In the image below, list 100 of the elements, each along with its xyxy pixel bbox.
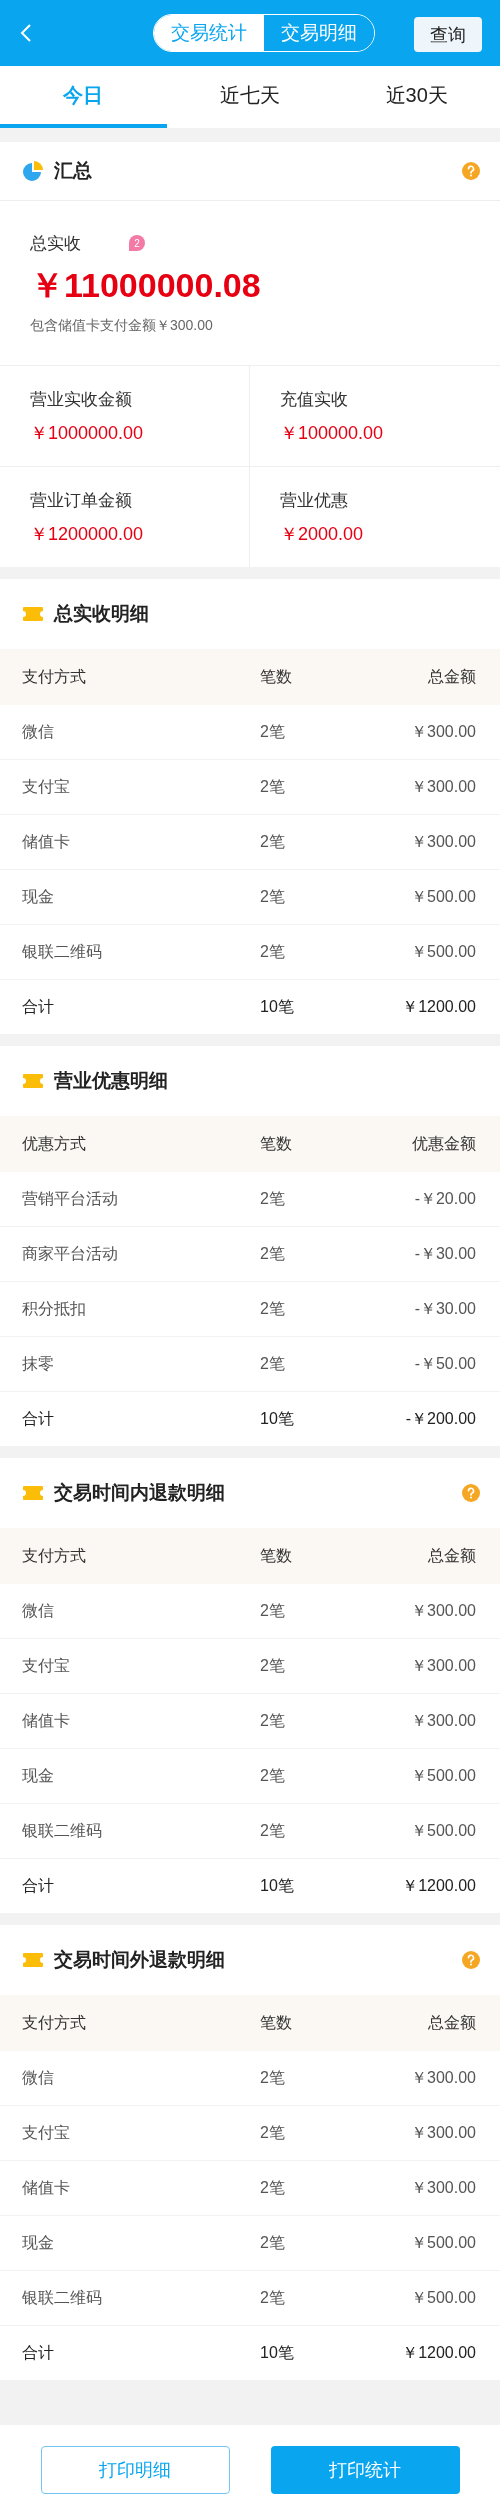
table-cell-text: -￥50.00 [413,1353,476,1374]
table-cell-text: 储值卡 [22,2177,71,2198]
table-cell-text: ￥300.00 [410,831,476,852]
table-cell-text: 储值卡 [22,1710,71,1731]
table-cell-text: 2笔 [259,1655,286,1676]
table-cell-text: 抹零 [22,1353,55,1374]
note-text: 包含储值卡支付金额￥300.00 [30,316,214,335]
table-cell-text: 积分抵扣 [22,1298,87,1319]
print-button[interactable]: 打印明细 [40,2445,230,2494]
table-cell-text: 微信 [22,721,55,742]
total-cell-text: 10笔 [259,2342,295,2363]
print-button[interactable]: 打印统计 [270,2445,460,2494]
table-cell-text: 2笔 [259,2177,286,2198]
table-cell-text: 支付宝 [22,1655,71,1676]
column-header: 笔数 [259,1133,293,1154]
table-cell-text: 2笔 [259,831,286,852]
table-cell-text: 2笔 [259,2067,286,2088]
table-cell-text: ￥300.00 [410,2122,476,2143]
pie-chart-icon [22,160,44,182]
section-title: 总实收明细 [54,602,150,626]
ticket-icon [22,1952,44,1968]
segment-tab[interactable]: 交易统计 [154,15,264,51]
table-cell-text: 银联二维码 [22,941,103,962]
table-cell-text: 2笔 [259,721,286,742]
table-cell-text: -￥30.00 [413,1298,476,1319]
table-cell-text: 2笔 [259,886,286,907]
metric-label: 充值实收 [280,388,349,411]
section-title: 营业优惠明细 [54,1069,169,1093]
column-header: 笔数 [259,666,293,687]
column-header: 总金额 [427,1545,476,1566]
total-cell-text: 10笔 [259,1875,295,1896]
total-cell-text: ￥1200.00 [401,1875,476,1896]
back-icon[interactable] [20,23,32,43]
table-cell-text: 银联二维码 [22,1820,103,1841]
metric-label: 营业实收金额 [30,388,133,411]
help-icon[interactable] [462,162,480,180]
table-cell-text: 微信 [22,2067,55,2088]
count-badge: 2 [129,235,145,251]
table-cell-text: 商家平台活动 [22,1243,119,1264]
metric-label: 营业优惠 [280,489,349,512]
table-cell-text: ￥300.00 [410,721,476,742]
metric-value: ￥100000.00 [280,421,385,445]
table-cell-text: 2笔 [259,1243,286,1264]
table-cell-text: 支付宝 [22,2122,71,2143]
table-cell-text: ￥300.00 [410,1655,476,1676]
table-cell-text: ￥300.00 [410,1710,476,1731]
table-cell-text: 2笔 [259,1820,286,1841]
metric-value: ￥1000000.00 [30,421,145,445]
table-cell-text: -￥20.00 [413,1188,476,1209]
table-cell-text: 现金 [22,886,55,907]
table-cell-text: ￥300.00 [410,776,476,797]
table-cell-text: 2笔 [259,1765,286,1786]
column-header: 笔数 [259,2012,293,2033]
table-cell-text: ￥300.00 [410,2067,476,2088]
table-cell-text: 2笔 [259,1710,286,1731]
ticket-icon [22,1073,44,1089]
total-cell-text: 10笔 [259,996,295,1017]
table-cell-text: ￥500.00 [410,1820,476,1841]
table-cell-text: ￥500.00 [410,1765,476,1786]
total-cell-text: 合计 [22,2342,55,2363]
metric-value: ￥1200000.00 [30,522,145,546]
table-cell-text: 2笔 [259,2232,286,2253]
section-title: 交易时间内退款明细 [54,1481,226,1505]
table-cell-text: ￥500.00 [410,941,476,962]
column-header: 总金额 [427,2012,476,2033]
section-title: 交易时间外退款明细 [54,1948,226,1972]
table-cell-text: ￥300.00 [410,2177,476,2198]
table-cell-text: 营销平台活动 [22,1188,119,1209]
table-cell-text: 2笔 [259,2287,286,2308]
help-icon[interactable] [462,1484,480,1502]
table-cell-text: 储值卡 [22,831,71,852]
total-cell-text: 合计 [22,1875,55,1896]
table-cell-text: 2笔 [259,1353,286,1374]
total-cell-text: 合计 [22,1408,55,1429]
column-header: 笔数 [259,1545,293,1566]
query-button[interactable]: 查询 [414,17,482,52]
table-cell-text: ￥300.00 [410,1600,476,1621]
column-header: 支付方式 [22,1545,87,1566]
table-cell-text: 2笔 [259,776,286,797]
table-cell-text: 银联二维码 [22,2287,103,2308]
table-cell-text: 微信 [22,1600,55,1621]
table-cell-text: 现金 [22,1765,55,1786]
table-cell-text: 2笔 [259,1188,286,1209]
table-cell-text: 支付宝 [22,776,71,797]
column-header: 优惠金额 [411,1133,476,1154]
table-cell-text: ￥500.00 [410,2232,476,2253]
total-cell-text: 合计 [22,996,55,1017]
total-label: 总实收 [30,232,81,255]
help-icon[interactable] [462,1951,480,1969]
table-cell-text: 2笔 [259,1600,286,1621]
column-header: 支付方式 [22,666,87,687]
column-header: 支付方式 [22,2012,87,2033]
table-cell-text: -￥30.00 [413,1243,476,1264]
total-cell-text: ￥1200.00 [401,2342,476,2363]
table-cell-text: 2笔 [259,2122,286,2143]
ticket-icon [22,1485,44,1501]
total-cell-text: ￥1200.00 [401,996,476,1017]
table-cell-text: ￥500.00 [410,2287,476,2308]
column-header: 优惠方式 [22,1133,87,1154]
table-cell-text: 现金 [22,2232,55,2253]
